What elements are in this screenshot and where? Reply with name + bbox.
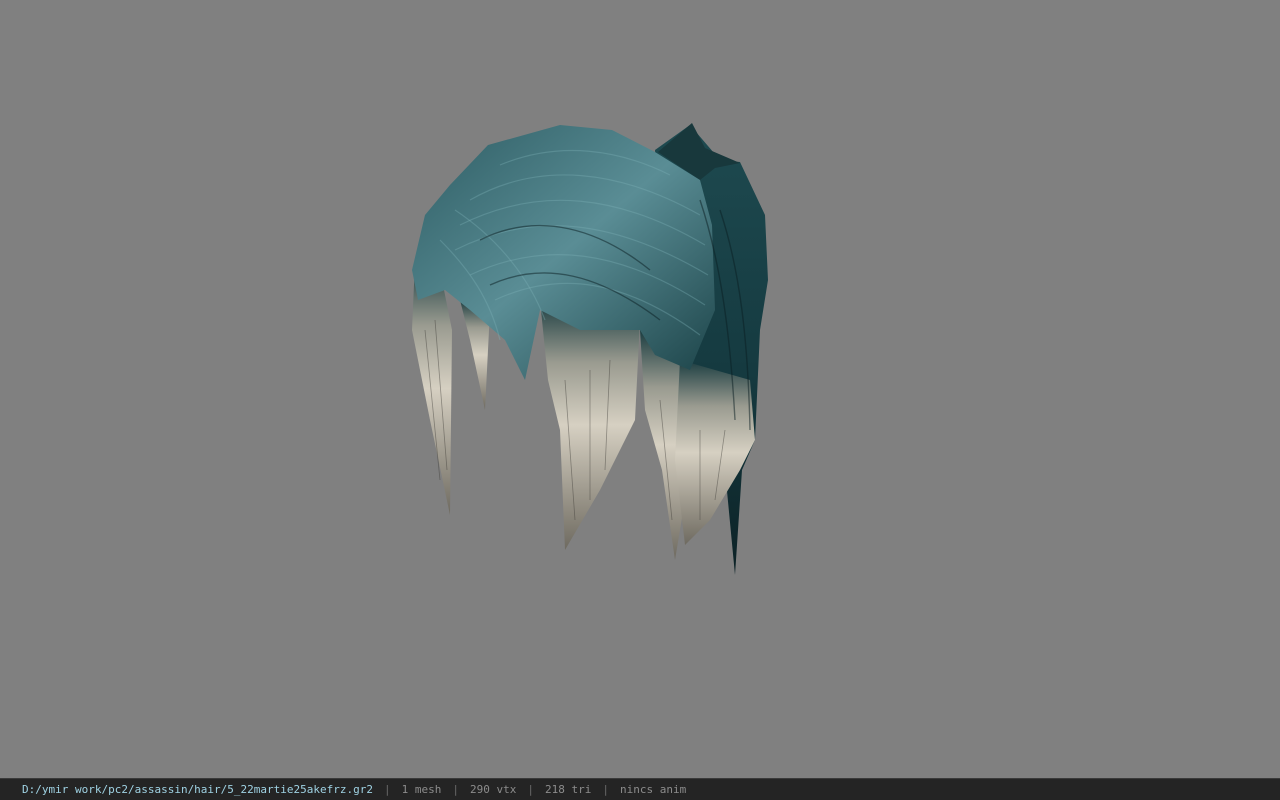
status-separator: | [452,783,459,796]
3d-viewport[interactable] [0,0,1280,778]
status-separator: | [527,783,534,796]
vertex-count: 290 vtx [470,783,517,796]
hair-strand-right-2 [675,360,755,545]
animation-info: nincs anim [619,783,687,796]
file-path: D:/ymir work/pc2/assassin/hair/5_22marti… [22,783,373,796]
hair-model-render [412,123,768,575]
mesh-count: 1 mesh [401,783,442,796]
status-bar: D:/ymir work/pc2/assassin/hair/5_22marti… [0,778,1280,800]
status-separator: | [602,783,609,796]
status-separator: | [384,783,391,796]
triangle-count: 218 tri [544,783,592,796]
